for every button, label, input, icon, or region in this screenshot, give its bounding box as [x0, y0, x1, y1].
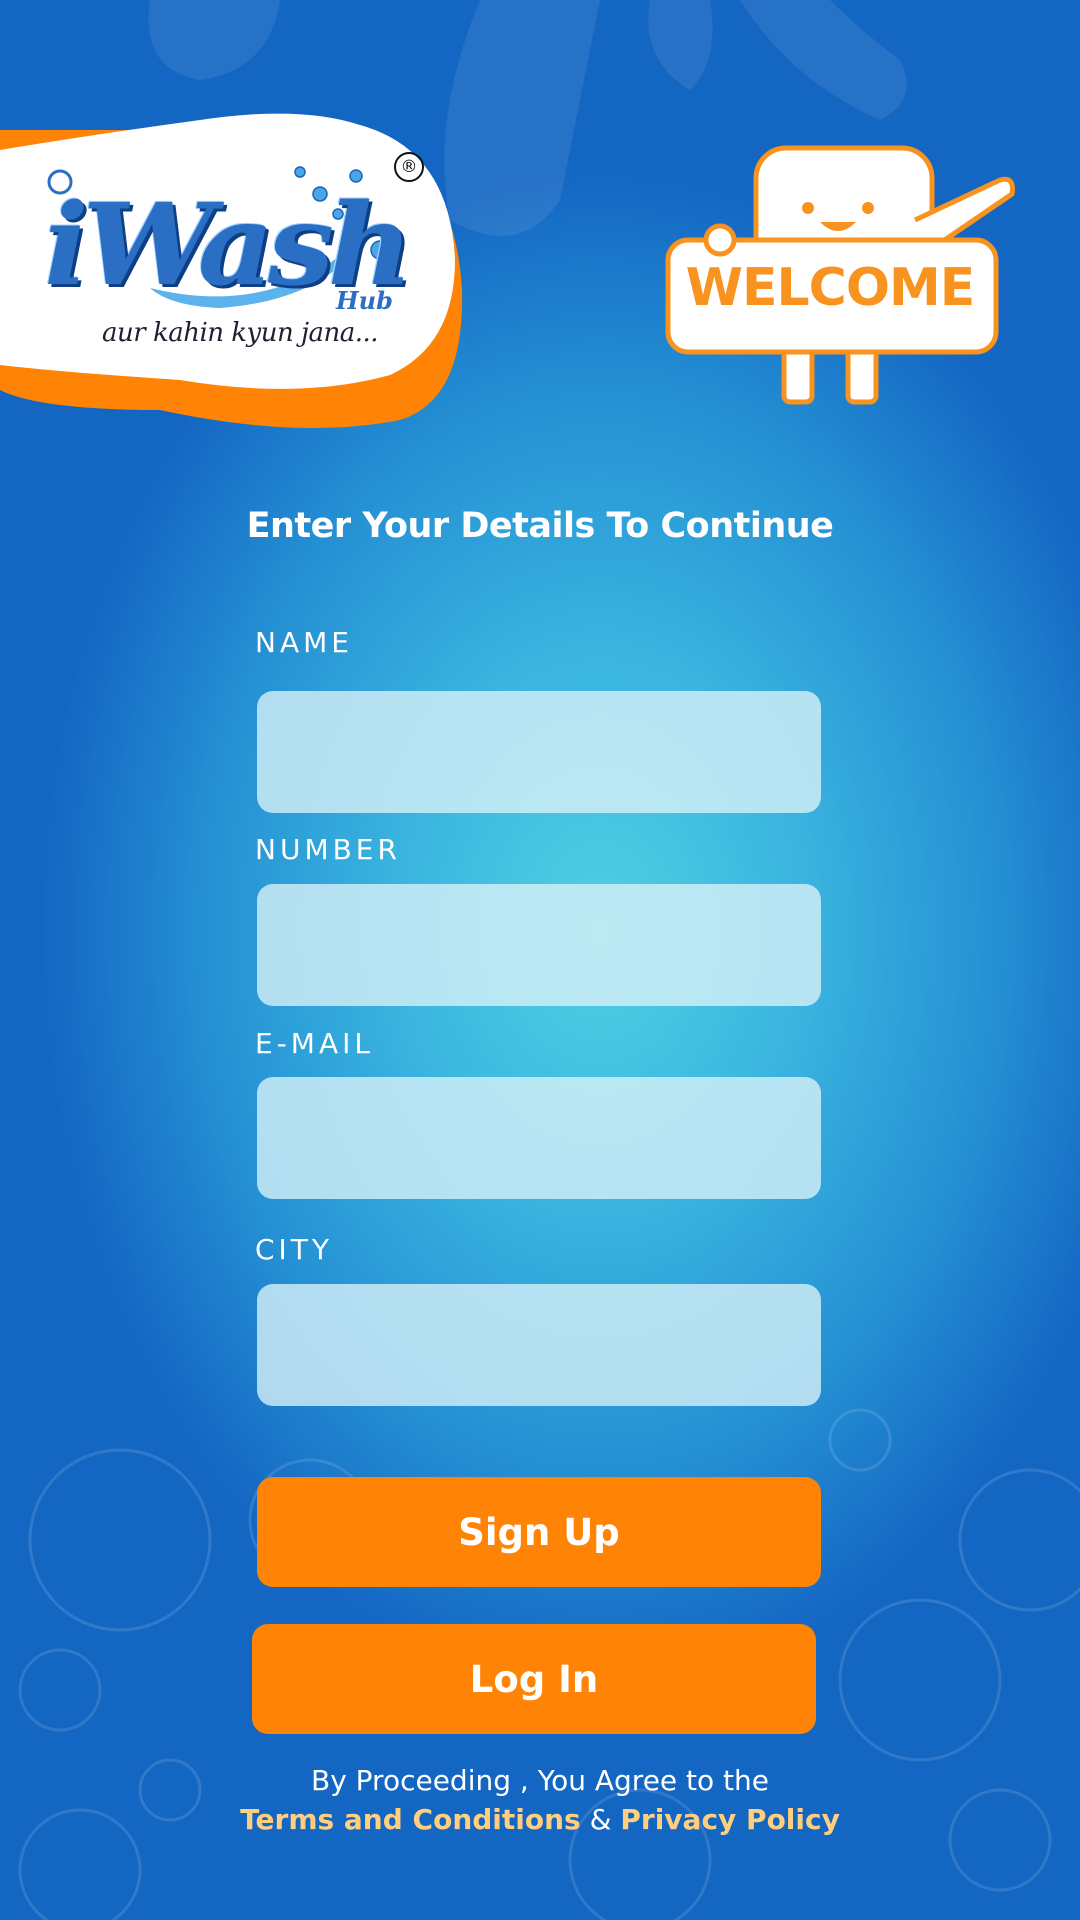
sign-up-button[interactable]: Sign Up [257, 1477, 821, 1587]
email-label: E-MAIL [255, 1027, 374, 1060]
welcome-mascot: WELCOME [660, 140, 1030, 410]
email-input[interactable] [257, 1077, 821, 1199]
agreement-text: By Proceeding , You Agree to the [310, 1764, 770, 1797]
log-in-button[interactable]: Log In [252, 1624, 816, 1734]
registered-mark: ® [394, 152, 424, 182]
welcome-sign-text: WELCOME [685, 258, 976, 318]
name-label: NAME [255, 626, 353, 659]
form-heading: Enter Your Details To Continue [246, 506, 834, 546]
number-label: NUMBER [255, 833, 401, 866]
logo-tagline: aur kahin kyun jana... [102, 318, 379, 348]
privacy-link[interactable]: Privacy Policy [620, 1803, 839, 1836]
city-label: CITY [255, 1233, 334, 1266]
terms-link[interactable]: Terms and Conditions [240, 1803, 581, 1836]
agreement-links: Terms and Conditions & Privacy Policy [0, 1803, 1080, 1836]
number-input[interactable] [257, 884, 821, 1006]
brand-logo: iWash ® Hub aur kahin kyun jana... [0, 110, 480, 440]
ampersand-text: & [589, 1803, 612, 1836]
city-input[interactable] [257, 1284, 821, 1406]
logo-sub-label: Hub [336, 286, 393, 315]
name-input[interactable] [257, 691, 821, 813]
